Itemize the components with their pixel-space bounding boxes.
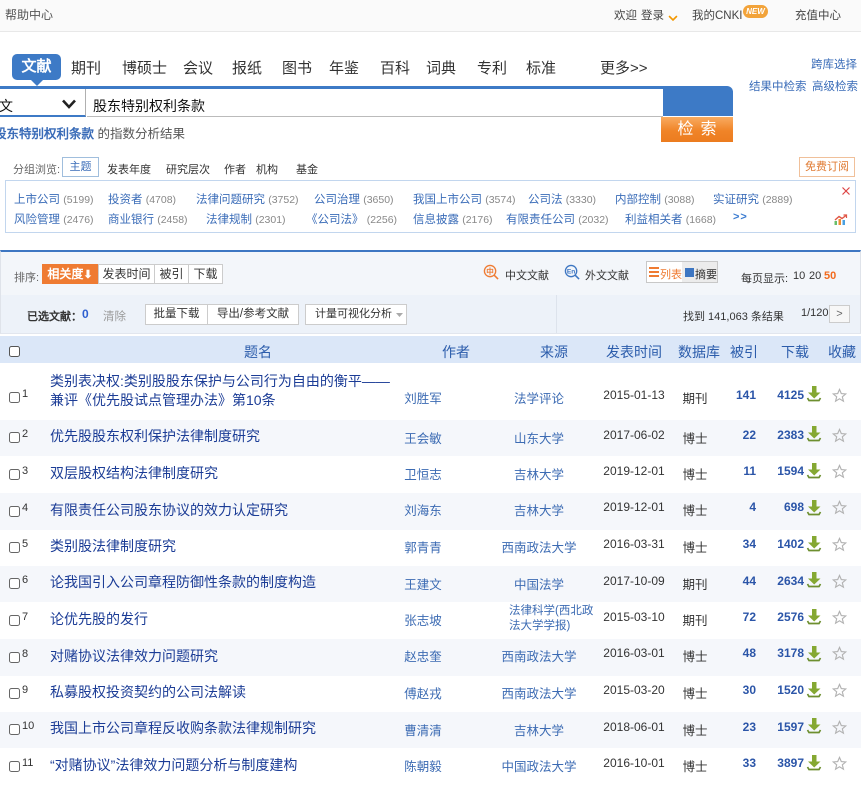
svg-text:中: 中 [486,266,494,276]
svg-text:En: En [567,268,575,275]
